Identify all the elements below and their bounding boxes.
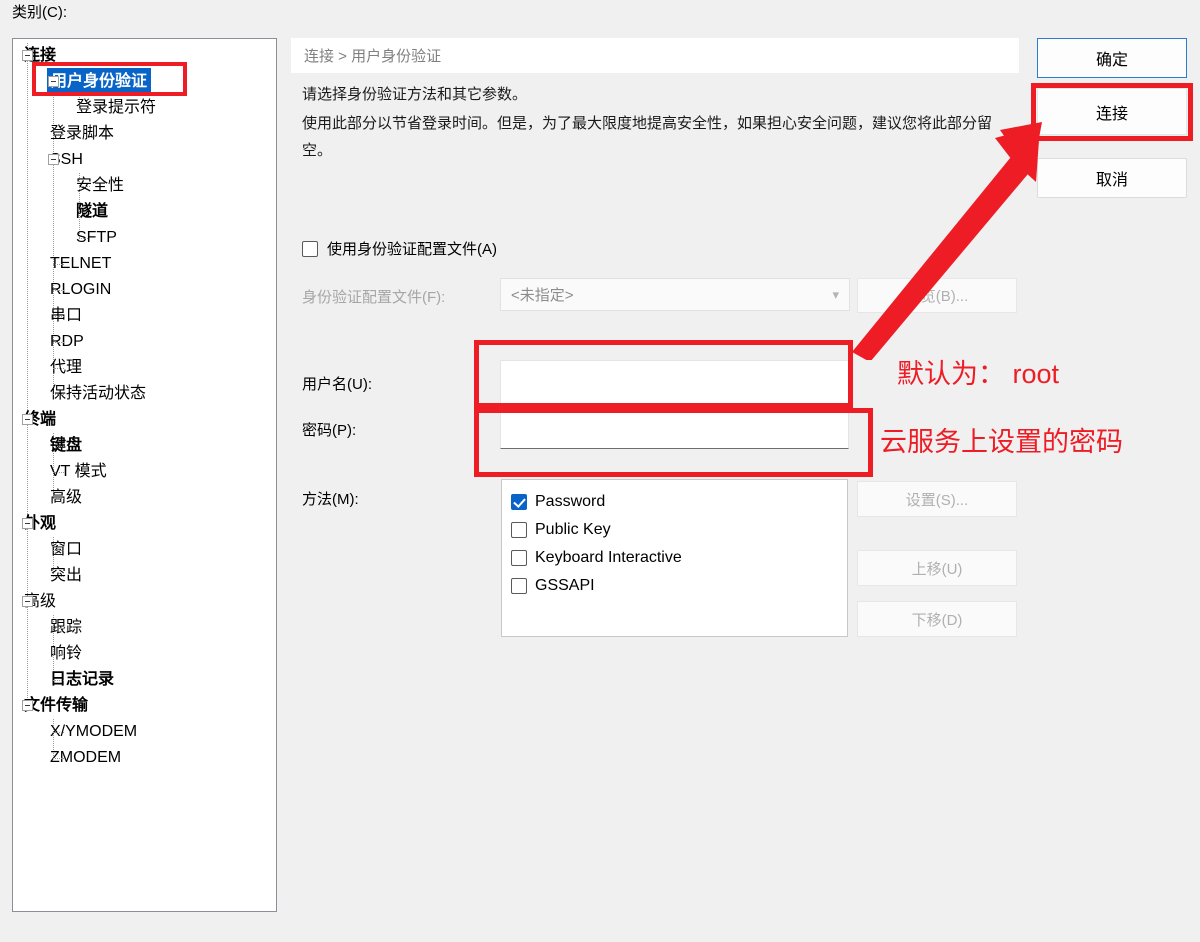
method-item-3[interactable]: GSSAPI bbox=[511, 572, 847, 600]
method-label: 方法(M): bbox=[302, 491, 359, 508]
tree-item-7[interactable]: SFTP bbox=[13, 225, 276, 251]
tree-item-5[interactable]: 安全性 bbox=[13, 173, 276, 199]
chevron-down-icon: ▾ bbox=[832, 286, 839, 302]
method-checkbox[interactable] bbox=[511, 550, 527, 566]
tree-guide-line bbox=[53, 758, 64, 760]
tree-guide-line bbox=[53, 498, 64, 500]
tree-item-21[interactable]: 高级 bbox=[13, 589, 276, 615]
breadcrumb-text: 连接 > 用户身份验证 bbox=[304, 48, 442, 65]
tree-item-14[interactable]: 终端 bbox=[13, 407, 276, 433]
method-checkbox[interactable] bbox=[511, 522, 527, 538]
method-checkbox[interactable] bbox=[511, 578, 527, 594]
use-auth-profile-label: 使用身份验证配置文件(A) bbox=[327, 241, 497, 258]
method-item-0[interactable]: Password bbox=[511, 488, 847, 516]
tree-item-10[interactable]: 串口 bbox=[13, 303, 276, 329]
auth-profile-selected-value: <未指定> bbox=[511, 287, 574, 304]
tree-guide-line bbox=[79, 108, 90, 110]
use-auth-profile-checkbox[interactable] bbox=[302, 240, 318, 257]
move-down-button[interactable]: 下移(D) bbox=[857, 601, 1017, 637]
tree-item-17[interactable]: 高级 bbox=[13, 485, 276, 511]
tree-item-6[interactable]: 隧道 bbox=[13, 199, 276, 225]
tree-guide-line bbox=[79, 238, 90, 240]
tree-item-18[interactable]: 外观 bbox=[13, 511, 276, 537]
tree-guide-line bbox=[79, 212, 90, 214]
tree-collapse-icon[interactable] bbox=[22, 518, 33, 529]
tree-item-3[interactable]: 登录脚本 bbox=[13, 121, 276, 147]
tree-guide-line bbox=[53, 732, 64, 734]
tree-guide-line bbox=[53, 394, 64, 396]
tree-collapse-icon[interactable] bbox=[48, 76, 59, 87]
breadcrumb: 连接 > 用户身份验证 bbox=[291, 38, 1019, 73]
cancel-button[interactable]: 取消 bbox=[1037, 158, 1187, 198]
tree-item-8[interactable]: TELNET bbox=[13, 251, 276, 277]
tree-guide-line bbox=[53, 316, 64, 318]
method-item-1[interactable]: Public Key bbox=[511, 516, 847, 544]
browse-button[interactable]: 浏览(B)... bbox=[857, 278, 1017, 313]
method-item-2[interactable]: Keyboard Interactive bbox=[511, 544, 847, 572]
annotation-password-note: 云服务上设置的密码 bbox=[880, 427, 1123, 457]
username-label: 用户名(U): bbox=[302, 376, 372, 393]
tree-item-12[interactable]: 代理 bbox=[13, 355, 276, 381]
tree-item-label: 用户身份验证 bbox=[47, 68, 152, 96]
tree-item-25[interactable]: 文件传输 bbox=[13, 693, 276, 719]
description-line-1: 请选择身份验证方法和其它参数。 bbox=[302, 86, 528, 103]
tree-item-13[interactable]: 保持活动状态 bbox=[13, 381, 276, 407]
tree-guide-line bbox=[53, 446, 64, 448]
tree-guide-line bbox=[53, 134, 64, 136]
tree-item-11[interactable]: RDP bbox=[13, 329, 276, 355]
tree-guide-line bbox=[53, 342, 64, 344]
tree-item-16[interactable]: VT 模式 bbox=[13, 459, 276, 485]
tree-collapse-icon[interactable] bbox=[22, 596, 33, 607]
tree-item-2[interactable]: 登录提示符 bbox=[13, 95, 276, 121]
ok-button[interactable]: 确定 bbox=[1037, 38, 1187, 78]
tree-item-4[interactable]: SSH bbox=[13, 147, 276, 173]
method-checkbox[interactable] bbox=[511, 494, 527, 510]
tree-guide-line bbox=[53, 368, 64, 370]
tree-item-26[interactable]: X/YMODEM bbox=[13, 719, 276, 745]
tree-item-9[interactable]: RLOGIN bbox=[13, 277, 276, 303]
method-item-label: Public Key bbox=[535, 521, 611, 538]
tree-item-0[interactable]: 连接 bbox=[13, 43, 276, 69]
tree-guide-line bbox=[79, 186, 90, 188]
tree-guide-line bbox=[53, 628, 64, 630]
username-input[interactable] bbox=[500, 360, 849, 404]
tree-item-19[interactable]: 窗口 bbox=[13, 537, 276, 563]
tree-collapse-icon[interactable] bbox=[22, 50, 33, 61]
method-item-label: GSSAPI bbox=[535, 577, 595, 594]
tree-collapse-icon[interactable] bbox=[48, 154, 59, 165]
password-input[interactable] bbox=[500, 412, 849, 449]
tree-guide-line bbox=[53, 680, 64, 682]
description-line-2: 使用此部分以节省登录时间。但是，为了最大限度地提高安全性，如果担心安全问题，建议… bbox=[302, 115, 993, 159]
method-item-label: Password bbox=[535, 493, 606, 510]
tree-guide-line bbox=[53, 472, 64, 474]
category-label: 类别(C): bbox=[12, 4, 67, 21]
use-auth-profile-row[interactable]: 使用身份验证配置文件(A) bbox=[302, 238, 497, 259]
tree-item-1[interactable]: 用户身份验证 bbox=[13, 68, 276, 96]
tree-guide-line bbox=[53, 290, 64, 292]
tree-collapse-icon[interactable] bbox=[22, 414, 33, 425]
auth-profile-select[interactable]: <未指定> ▾ bbox=[500, 278, 850, 311]
connect-button[interactable]: 连接 bbox=[1037, 88, 1187, 135]
auth-profile-label: 身份验证配置文件(F): bbox=[302, 289, 446, 306]
tree-guide-line bbox=[53, 550, 64, 552]
settings-button[interactable]: 设置(S)... bbox=[857, 481, 1017, 517]
tree-guide-line bbox=[53, 576, 64, 578]
password-label: 密码(P): bbox=[302, 422, 357, 439]
tree-item-23[interactable]: 响铃 bbox=[13, 641, 276, 667]
category-tree-panel[interactable]: 连接 用户身份验证 登录提示符 登录脚本 SSH 安全性 隧道 SFTP TELNET RLOGI… bbox=[12, 38, 277, 912]
tree-guide-line bbox=[53, 654, 64, 656]
move-up-button[interactable]: 上移(U) bbox=[857, 550, 1017, 586]
tree-item-15[interactable]: 键盘 bbox=[13, 433, 276, 459]
tree-item-27[interactable]: ZMODEM bbox=[13, 745, 276, 771]
tree-collapse-icon[interactable] bbox=[22, 700, 33, 711]
method-item-label: Keyboard Interactive bbox=[535, 549, 682, 566]
tree-item-20[interactable]: 突出 bbox=[13, 563, 276, 589]
annotation-username-note: 默认为： root bbox=[897, 359, 1060, 389]
tree-item-22[interactable]: 跟踪 bbox=[13, 615, 276, 641]
method-listbox[interactable]: Password Public Key Keyboard Interactive GS… bbox=[501, 479, 848, 637]
tree-item-24[interactable]: 日志记录 bbox=[13, 667, 276, 693]
tree-guide-line bbox=[53, 264, 64, 266]
